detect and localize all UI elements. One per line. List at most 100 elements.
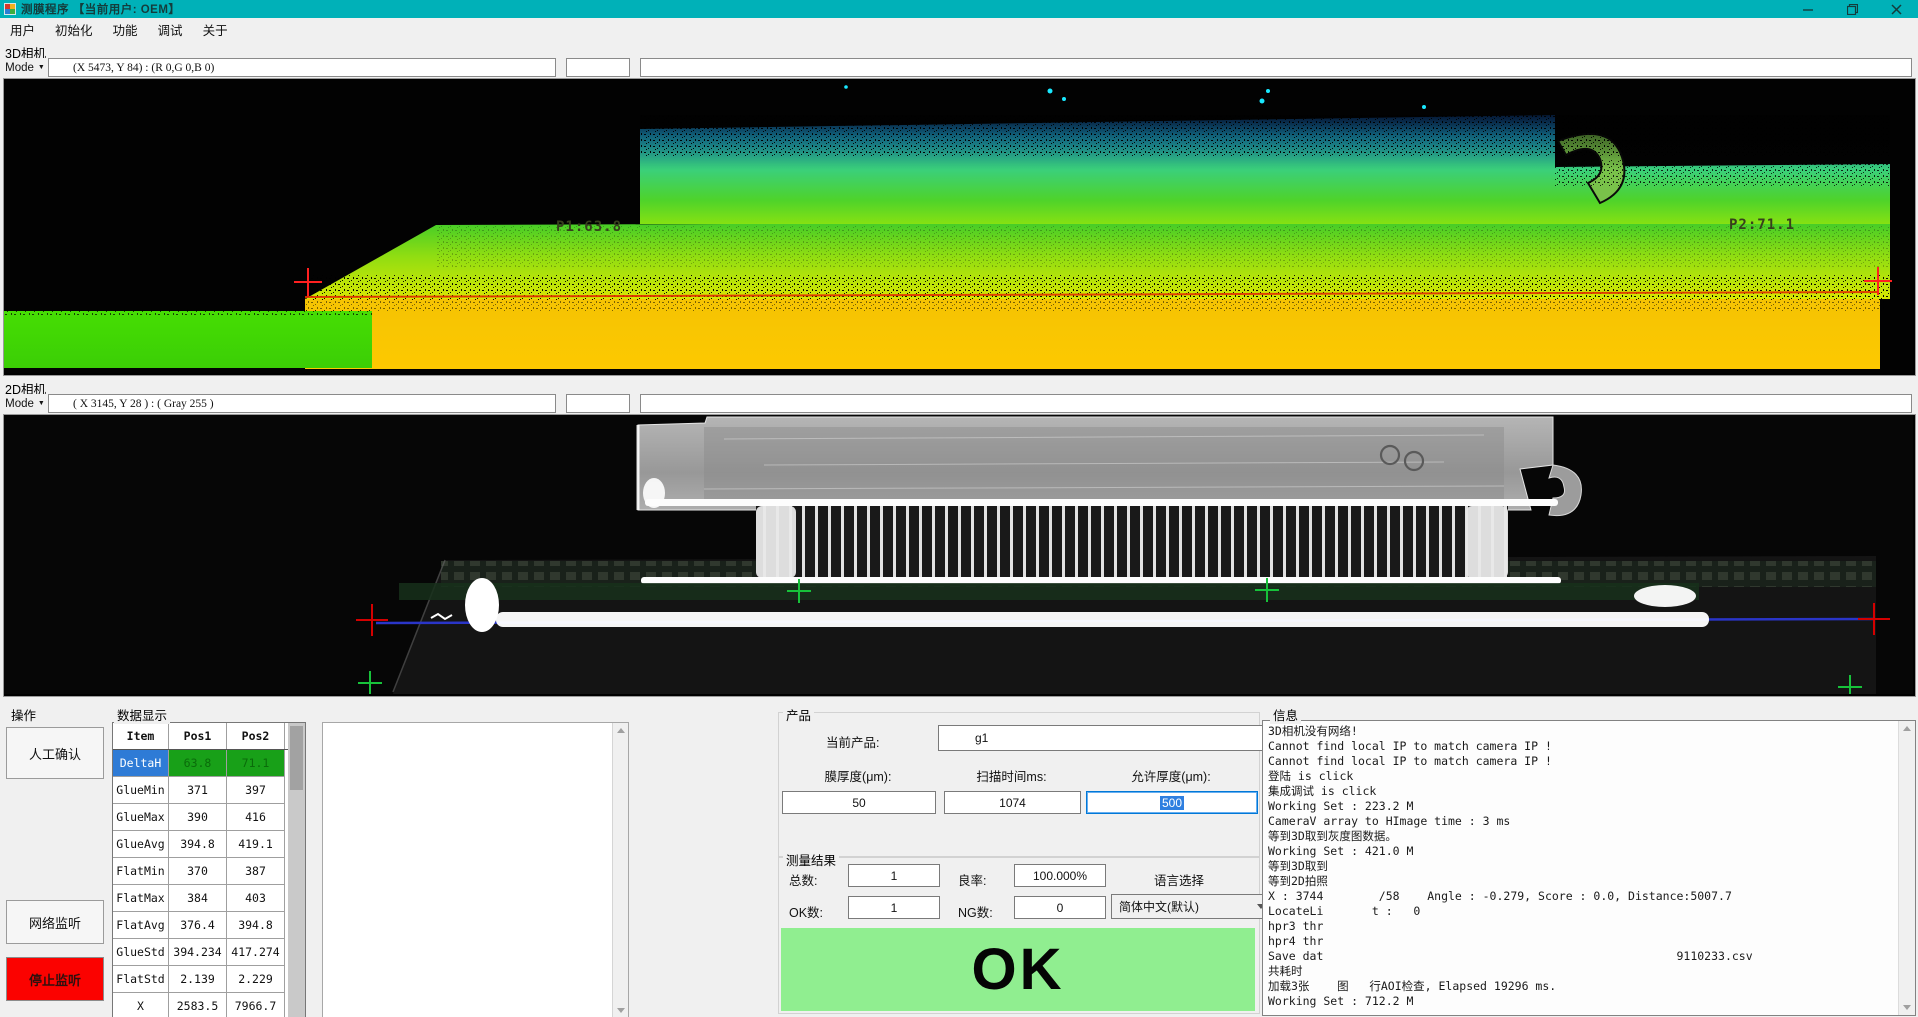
ng-count-value: 0	[1057, 901, 1064, 915]
table-row[interactable]: GlueMax390416	[113, 804, 305, 831]
glue-bead	[496, 612, 1709, 627]
table-cell-pos1: 384	[169, 885, 227, 912]
ok-count-label: OK数:	[789, 902, 823, 921]
camera2d-readout-empty	[566, 394, 630, 413]
data-table[interactable]: ItemPos1Pos2 DeltaH63.871.1GlueMin371397…	[112, 722, 306, 1017]
log-line: 3D相机没有网络!	[1268, 724, 1913, 739]
ng-count-box[interactable]: 0	[1014, 896, 1106, 919]
current-product-input[interactable]: g1	[938, 725, 1292, 751]
scan-time-input[interactable]: 1074	[944, 791, 1081, 814]
camera3d-toolbar: Mode ▼ (X 5473, Y 84) : (R 0,G 0,B 0)	[2, 58, 1914, 77]
operation-label: 操作	[8, 705, 39, 724]
table-cell-pos2: 7966.7	[227, 993, 285, 1017]
p2-marker-label: P2:71.1	[1729, 217, 1795, 233]
app-window: 测膜程序 【当前用户: OEM】 用户初始化功能调试关于 3D相机 Mode ▼…	[0, 0, 1918, 1017]
table-cell-pos1: 371	[169, 777, 227, 804]
current-product-value: g1	[975, 731, 988, 745]
table-cell-pos1: 376.4	[169, 912, 227, 939]
table-cell-item: GlueAvg	[113, 831, 169, 858]
menu-item-debug[interactable]: 调试	[148, 17, 193, 42]
table-cell-pos1: 2583.5	[169, 993, 227, 1017]
stop-listen-button[interactable]: 停止监听	[6, 957, 104, 1001]
log-line: 等到2D拍照	[1268, 874, 1913, 889]
camera3d-viewport[interactable]: P1:63.8 P2:71.1	[3, 78, 1916, 376]
log-box[interactable]: 3D相机没有网络!Cannot find local IP to match c…	[1262, 720, 1916, 1016]
table-header-item[interactable]: Item	[113, 723, 169, 749]
product-groupbox: 当前产品: g1 膜厚度(μm): 扫描时间ms: 允许厚度(μm): 50 1…	[778, 712, 1260, 857]
table-cell-item: FlatMax	[113, 885, 169, 912]
table-cell-item: DeltaH	[113, 750, 169, 777]
close-button[interactable]	[1874, 0, 1918, 18]
scroll-up-icon[interactable]	[617, 728, 625, 733]
camera3d-mode-button[interactable]: Mode ▼	[2, 58, 48, 77]
camera2d-mode-button[interactable]: Mode ▼	[2, 394, 48, 413]
table-row[interactable]: DeltaH63.871.1	[113, 750, 305, 777]
menu-item-init[interactable]: 初始化	[45, 17, 103, 42]
log-line: 等到3D取到	[1268, 859, 1913, 874]
table-header-pos1[interactable]: Pos1	[169, 723, 227, 749]
yield-label: 良率:	[958, 870, 986, 889]
camera3d-readout-wide	[640, 58, 1912, 77]
menu-item-about[interactable]: 关于	[193, 17, 238, 42]
allow-thickness-value: 500	[1160, 796, 1184, 810]
allow-thickness-input[interactable]: 500	[1086, 791, 1258, 814]
manual-confirm-button[interactable]: 人工确认	[6, 727, 104, 779]
scroll-up-icon[interactable]	[1903, 726, 1911, 731]
maximize-button[interactable]	[1830, 0, 1874, 18]
table-cell-pos2: 71.1	[227, 750, 285, 777]
table-row[interactable]: FlatAvg376.4394.8	[113, 912, 305, 939]
log-line: 等到3D取到灰度图数据。	[1268, 829, 1913, 844]
app-icon	[4, 3, 16, 15]
language-dropdown-value: 简体中文(默认)	[1119, 898, 1199, 915]
data-display-label: 数据显示	[114, 705, 170, 724]
table-cell-pos2: 397	[227, 777, 285, 804]
table-cell-pos2: 417.274	[227, 939, 285, 966]
table-row[interactable]: FlatMax384403	[113, 885, 305, 912]
grayscale-image[interactable]	[4, 415, 1913, 694]
table-cell-item: FlatAvg	[113, 912, 169, 939]
table-scrollbar[interactable]	[288, 723, 305, 1017]
table-row[interactable]: GlueStd394.234417.274	[113, 939, 305, 966]
scroll-down-icon[interactable]	[1903, 1005, 1911, 1010]
log-line: Save dat 9110233.csv	[1268, 949, 1913, 964]
chevron-down-icon: ▼	[38, 64, 45, 71]
log-scrollbar[interactable]	[1898, 721, 1915, 1015]
table-row[interactable]: X2583.57966.7	[113, 993, 305, 1017]
table-cell-pos1: 394.8	[169, 831, 227, 858]
table-cell-pos1: 390	[169, 804, 227, 831]
allow-thickness-label: 允许厚度(μm):	[1086, 766, 1256, 785]
heightmap-image[interactable]	[4, 79, 1913, 373]
log-lines: 3D相机没有网络!Cannot find local IP to match c…	[1263, 721, 1915, 1009]
yield-value: 100.000%	[1033, 869, 1087, 883]
total-count-box[interactable]: 1	[848, 864, 940, 887]
table-row[interactable]: GlueAvg394.8419.1	[113, 831, 305, 858]
log-line: hpr3 thr	[1268, 919, 1913, 934]
language-dropdown[interactable]: 简体中文(默认)	[1111, 894, 1273, 919]
table-row[interactable]: FlatMin370387	[113, 858, 305, 885]
network-listen-button[interactable]: 网络监听	[6, 900, 104, 944]
table-cell-pos2: 416	[227, 804, 285, 831]
table-cell-pos2: 2.229	[227, 966, 285, 993]
menu-item-user[interactable]: 用户	[0, 17, 45, 42]
window-title: 测膜程序 【当前用户: OEM】	[21, 1, 180, 17]
chevron-down-icon: ▼	[38, 400, 45, 407]
camera2d-viewport[interactable]	[3, 414, 1916, 697]
scroll-down-icon[interactable]	[617, 1008, 625, 1013]
minimize-button[interactable]	[1786, 0, 1830, 18]
table-header-pos2[interactable]: Pos2	[227, 723, 285, 749]
table-body: DeltaH63.871.1GlueMin371397GlueMax390416…	[113, 750, 305, 1017]
yield-box[interactable]: 100.000%	[1014, 864, 1106, 887]
camera2d-pixel-readout: ( X 3145, Y 28 ) : ( Gray 255 )	[48, 394, 556, 413]
table-row[interactable]: FlatStd2.1392.229	[113, 966, 305, 993]
log-line: 加载3张 图 行AOI检查, Elapsed 19296 ms.	[1268, 979, 1913, 994]
camera2d-toolbar: Mode ▼ ( X 3145, Y 28 ) : ( Gray 255 )	[2, 394, 1914, 413]
list-panel-scrollbar[interactable]	[612, 723, 628, 1017]
film-thickness-input[interactable]: 50	[782, 791, 936, 814]
ok-count-box[interactable]: 1	[848, 896, 940, 919]
table-row[interactable]: GlueMin371397	[113, 777, 305, 804]
log-line: Working Set : 421.0 M	[1268, 844, 1913, 859]
scrollbar-thumb[interactable]	[290, 726, 303, 790]
menu-item-function[interactable]: 功能	[103, 17, 148, 42]
table-cell-pos1: 394.234	[169, 939, 227, 966]
status-banner: OK	[781, 928, 1255, 1011]
